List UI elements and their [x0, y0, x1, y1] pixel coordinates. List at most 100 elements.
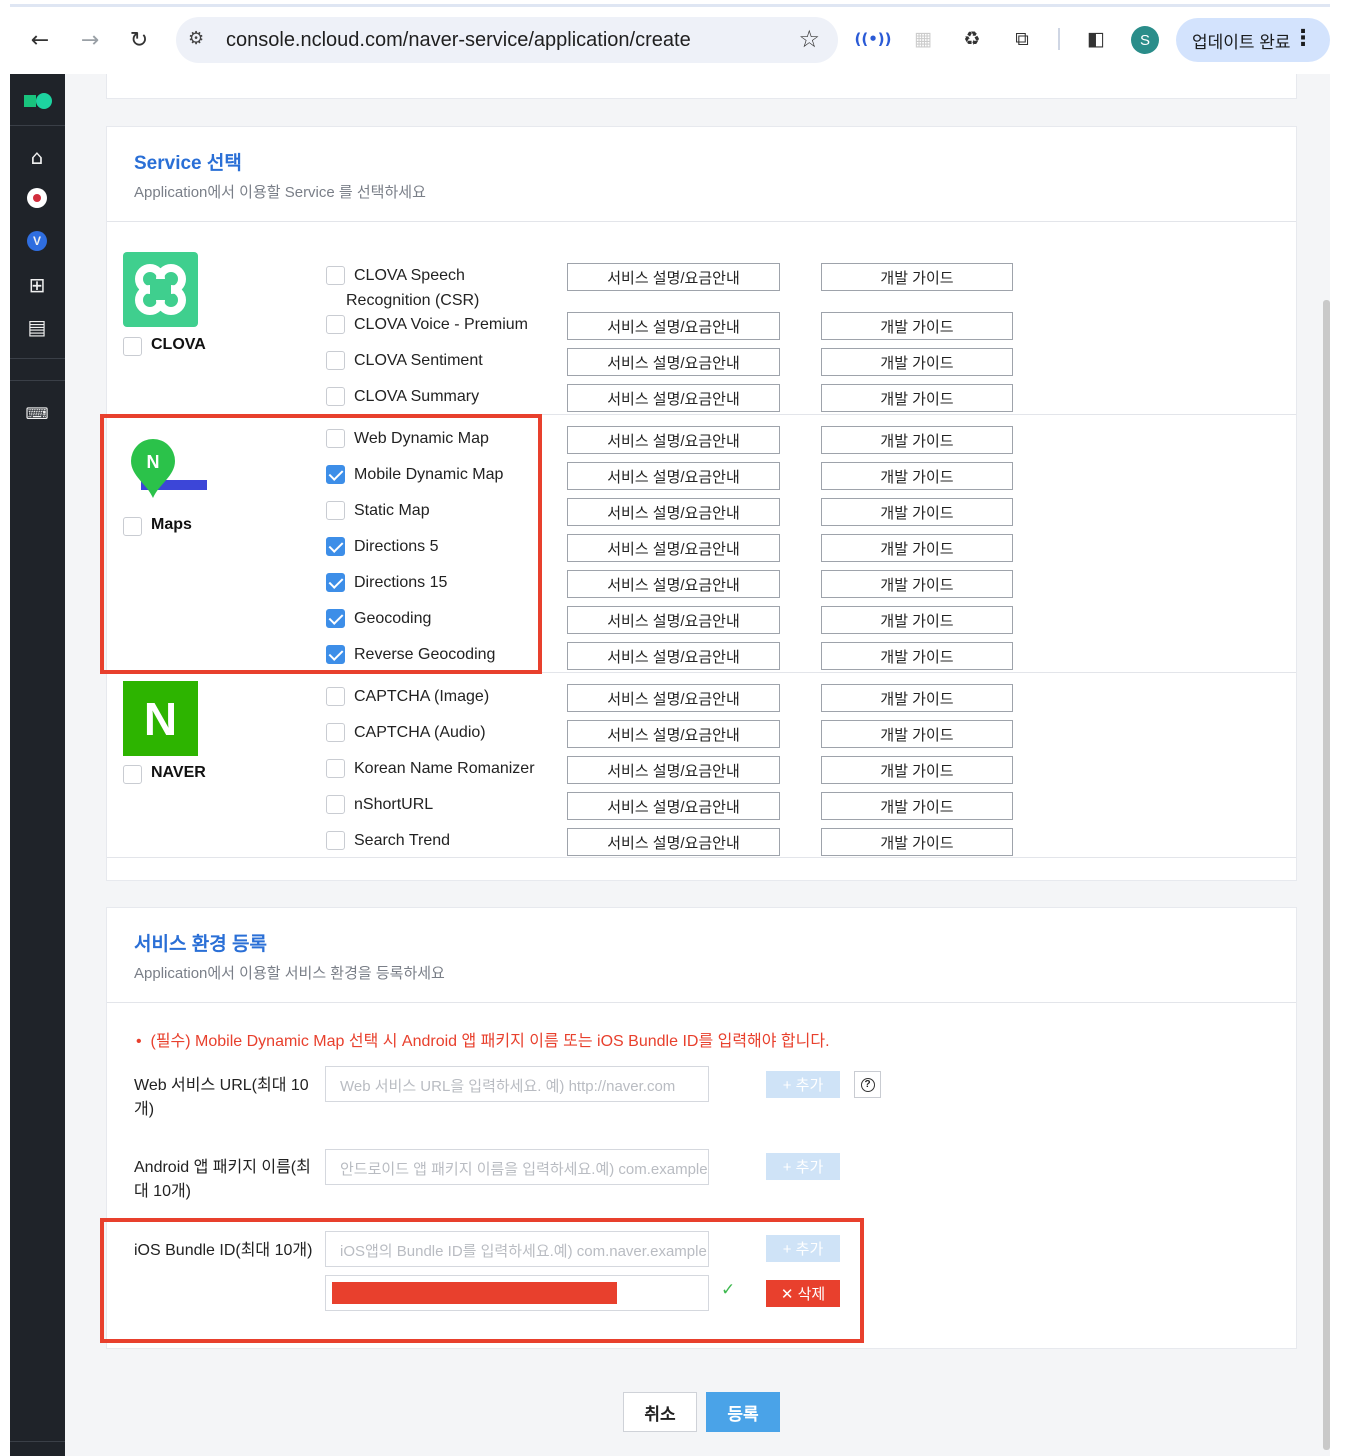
- service-checkbox-korean-name-romanizer[interactable]: [326, 759, 345, 778]
- maps-highlight-box: [100, 414, 542, 674]
- service-label: CAPTCHA (Image): [354, 688, 490, 705]
- web-url-input[interactable]: Web 서비스 URL을 입력하세요. 예) http://naver.com: [325, 1066, 709, 1102]
- url-text: console.ncloud.com/naver-service/applica…: [226, 29, 691, 51]
- group-checkbox-clova[interactable]: [123, 337, 142, 356]
- side-panel-icon[interactable]: ◧: [1083, 26, 1109, 52]
- group-checkbox-naver[interactable]: [123, 765, 142, 784]
- dev-guide-button[interactable]: 개발 가이드: [821, 534, 1013, 562]
- nav-divider: [10, 125, 65, 126]
- recycle-icon[interactable]: ♻: [959, 26, 985, 52]
- web-url-add-button[interactable]: + 추가: [766, 1071, 840, 1098]
- service-checkbox-captcha-image[interactable]: [326, 687, 345, 706]
- scrollbar[interactable]: [1323, 300, 1330, 1450]
- service-checkbox-clova-summary[interactable]: [326, 387, 345, 406]
- services-grid-icon[interactable]: ⊞: [24, 272, 50, 298]
- svg-text:N: N: [144, 693, 177, 745]
- submit-button[interactable]: 등록: [706, 1392, 780, 1432]
- service-description-button[interactable]: 서비스 설명/요금안내: [567, 348, 780, 376]
- dev-guide-button[interactable]: 개발 가이드: [821, 684, 1013, 712]
- site-settings-icon[interactable]: ⚙: [188, 28, 204, 49]
- service-checkbox-captcha-audio[interactable]: [326, 723, 345, 742]
- dev-guide-button[interactable]: 개발 가이드: [821, 642, 1013, 670]
- service-description-button[interactable]: 서비스 설명/요금안내: [567, 828, 780, 856]
- help-icon[interactable]: ?: [854, 1071, 881, 1098]
- android-package-label: Android 앱 패키지 이름(최 대 10개): [134, 1159, 311, 1200]
- service-checkbox-clova-sentiment[interactable]: [326, 351, 345, 370]
- code-window-icon[interactable]: ⌨: [24, 400, 50, 426]
- android-package-input[interactable]: 안드로이드 앱 패키지 이름을 입력하세요.예) com.example: [325, 1149, 709, 1185]
- service-description-button[interactable]: 서비스 설명/요금안내: [567, 720, 780, 748]
- dev-guide-button[interactable]: 개발 가이드: [821, 348, 1013, 376]
- dev-guide-button[interactable]: 개발 가이드: [821, 462, 1013, 490]
- service-label: Search Trend: [354, 832, 451, 849]
- extension-grid-icon[interactable]: ▦: [910, 26, 936, 52]
- dev-guide-button[interactable]: 개발 가이드: [821, 570, 1013, 598]
- service-label: CAPTCHA (Audio): [354, 724, 486, 741]
- service-label: CLOVA Speech Recognition (CSR): [346, 267, 480, 309]
- section-divider: [107, 221, 1296, 222]
- dev-guide-button[interactable]: 개발 가이드: [821, 426, 1013, 454]
- service-checkbox-clova-voice-premium[interactable]: [326, 315, 345, 334]
- service-description-button[interactable]: 서비스 설명/요금안내: [567, 384, 780, 412]
- service-description-button[interactable]: 서비스 설명/요금안내: [567, 684, 780, 712]
- cancel-button[interactable]: 취소: [623, 1392, 697, 1432]
- tab-strip: [10, 4, 1330, 7]
- service-checkbox-search-trend[interactable]: [326, 831, 345, 850]
- back-icon[interactable]: ←: [24, 24, 56, 56]
- previous-card: [106, 74, 1297, 99]
- extension-icon[interactable]: ((•)): [855, 26, 892, 52]
- home-icon[interactable]: ⌂: [24, 144, 50, 170]
- dev-guide-button[interactable]: 개발 가이드: [821, 792, 1013, 820]
- service-description-button[interactable]: 서비스 설명/요금안내: [567, 312, 780, 340]
- web-url-label: Web 서비스 URL(최대 10 개): [134, 1077, 309, 1118]
- vpc-badge-icon[interactable]: V: [27, 231, 47, 251]
- dev-guide-button[interactable]: 개발 가이드: [821, 312, 1013, 340]
- forward-icon[interactable]: →: [74, 24, 106, 56]
- browser-toolbar: ← → ↻ ⚙ console.ncloud.com/naver-service…: [0, 0, 1346, 74]
- address-bar[interactable]: ⚙ console.ncloud.com/naver-service/appli…: [176, 17, 838, 63]
- service-section-title: Service 선택: [134, 153, 242, 174]
- bookmark-star-icon[interactable]: ☆: [798, 25, 820, 53]
- profile-avatar[interactable]: S: [1131, 26, 1159, 54]
- service-label: nShortURL: [354, 796, 434, 813]
- more-menu-icon[interactable]: ⋮: [1292, 26, 1314, 51]
- dev-guide-button[interactable]: 개발 가이드: [821, 606, 1013, 634]
- update-button[interactable]: 업데이트 완료 ⋮: [1176, 18, 1330, 62]
- service-description-button[interactable]: 서비스 설명/요금안내: [567, 263, 780, 291]
- service-description-button[interactable]: 서비스 설명/요금안내: [567, 462, 780, 490]
- dev-guide-button[interactable]: 개발 가이드: [821, 498, 1013, 526]
- env-section-subtitle: Application에서 이용할 서비스 환경을 등록하세요: [134, 965, 445, 982]
- service-label: CLOVA Sentiment: [354, 352, 483, 369]
- clova-logo-icon: [123, 252, 198, 327]
- group-name: CLOVA: [151, 336, 206, 353]
- service-description-button[interactable]: 서비스 설명/요금안내: [567, 756, 780, 784]
- service-description-button[interactable]: 서비스 설명/요금안내: [567, 498, 780, 526]
- service-label: Korean Name Romanizer: [354, 760, 535, 777]
- service-description-button[interactable]: 서비스 설명/요금안내: [567, 534, 780, 562]
- dev-guide-button[interactable]: 개발 가이드: [821, 720, 1013, 748]
- notice-bullet: •: [136, 1033, 142, 1050]
- dev-guide-button[interactable]: 개발 가이드: [821, 384, 1013, 412]
- dev-guide-button[interactable]: 개발 가이드: [821, 263, 1013, 291]
- reload-icon[interactable]: ↻: [123, 24, 155, 56]
- service-description-button[interactable]: 서비스 설명/요금안내: [567, 792, 780, 820]
- service-label: CLOVA Voice - Premium: [354, 316, 528, 333]
- service-checkbox-nshorturl[interactable]: [326, 795, 345, 814]
- env-section-title: 서비스 환경 등록: [134, 934, 267, 955]
- section-divider: [107, 857, 1296, 858]
- service-description-button[interactable]: 서비스 설명/요금안내: [567, 570, 780, 598]
- service-description-button[interactable]: 서비스 설명/요금안내: [567, 642, 780, 670]
- android-add-button[interactable]: + 추가: [766, 1153, 840, 1180]
- dev-guide-button[interactable]: 개발 가이드: [821, 756, 1013, 784]
- region-flag-icon[interactable]: [27, 188, 47, 208]
- service-checkbox-clova-speech-recognition-csr[interactable]: [326, 266, 345, 285]
- ncloud-logo[interactable]: [24, 93, 54, 109]
- service-label: CLOVA Summary: [354, 388, 480, 405]
- dashboard-icon[interactable]: ▤: [24, 314, 50, 340]
- main-content: Service 선택 Application에서 이용할 Service 를 선…: [65, 74, 1330, 1456]
- puzzle-icon[interactable]: ⧉: [1009, 26, 1035, 52]
- service-description-button[interactable]: 서비스 설명/요금안내: [567, 426, 780, 454]
- dev-guide-button[interactable]: 개발 가이드: [821, 828, 1013, 856]
- nav-divider: [10, 358, 65, 359]
- service-description-button[interactable]: 서비스 설명/요금안내: [567, 606, 780, 634]
